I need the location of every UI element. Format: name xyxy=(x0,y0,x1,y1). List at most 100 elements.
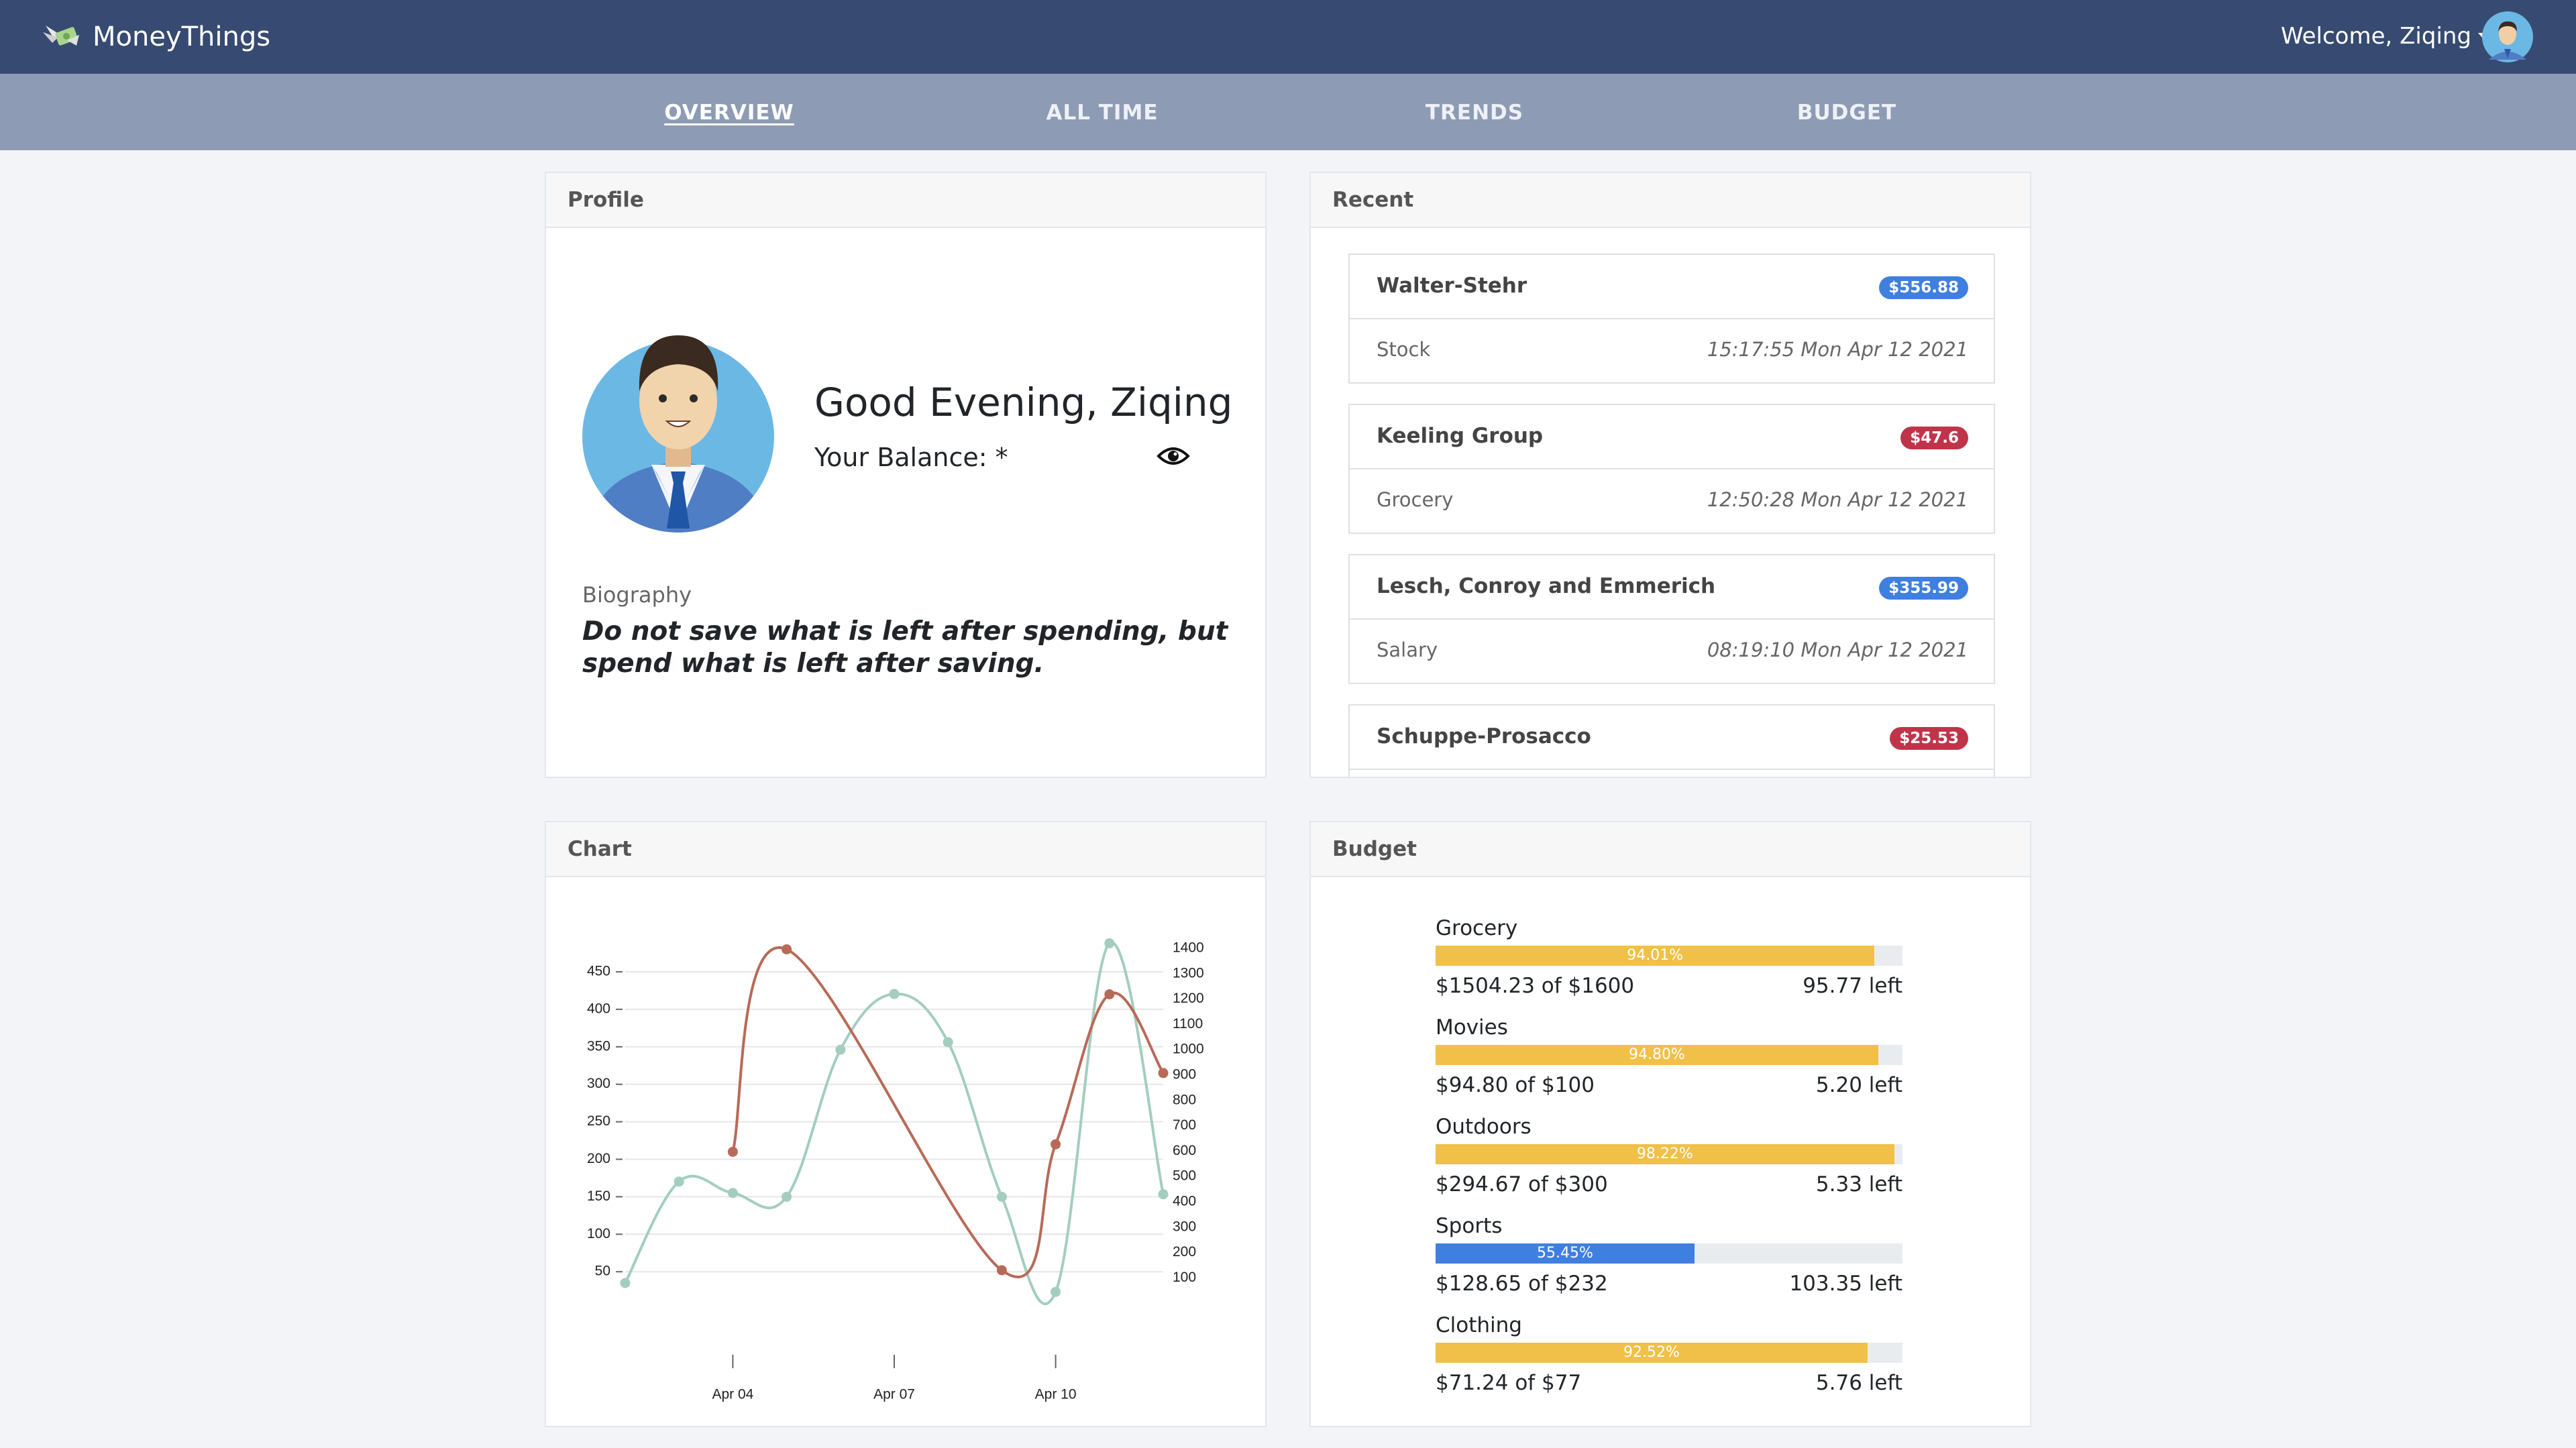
recent-transactions-list: Walter-Stehr $556.88 Stock 15:17:55 Mon Ap… xyxy=(1348,254,1995,777)
x-tick-label: Apr 07 xyxy=(873,1387,915,1402)
user-menu-toggle[interactable]: Welcome, Ziqing xyxy=(2281,23,2491,50)
x-tick-label: Apr 04 xyxy=(712,1387,753,1402)
y2-tick-label: 1400 xyxy=(1173,940,1204,956)
expense-point xyxy=(727,1188,738,1199)
budget-item: Sports 55.45% $128.65 of $232 103.35 left xyxy=(1436,1214,1902,1313)
chart-card: Chart 50 100 150 200 250 300 350 400 450 100 200 30… xyxy=(545,821,1267,1427)
budget-item: Clothing 92.52% $71.24 of $77 5.76 left xyxy=(1436,1313,1902,1412)
y2-tick-label: 500 xyxy=(1173,1168,1196,1184)
income-point xyxy=(1158,1068,1169,1078)
biography-label: Biography xyxy=(582,582,692,608)
amount-badge: $556.88 xyxy=(1879,276,1968,299)
profile-card-title: Profile xyxy=(546,173,1265,228)
transaction-category: Grocery xyxy=(1377,488,1454,511)
budget-progress-bar: 55.45% xyxy=(1436,1243,1902,1264)
y2-tick-label: 800 xyxy=(1173,1092,1196,1107)
tab-all-time[interactable]: ALL TIME xyxy=(1046,101,1159,125)
budget-item: Grocery 94.01% $1504.23 of $1600 95.77 left xyxy=(1436,916,1902,1015)
budget-card: Budget Grocery 94.01% $1504.23 of $1600 95.… xyxy=(1309,821,2031,1427)
tab-overview[interactable]: OVERVIEW xyxy=(664,101,794,125)
budget-spent-text: $128.65 of $232 xyxy=(1436,1272,1608,1296)
transaction-name: Keeling Group xyxy=(1377,424,1544,448)
y2-tick-label: 400 xyxy=(1173,1194,1196,1209)
y-tick-label: 150 xyxy=(587,1188,610,1204)
y2-tick-label: 700 xyxy=(1173,1117,1196,1133)
y2-tick-label: 1000 xyxy=(1173,1042,1204,1057)
greeting-heading: Good Evening, Ziqing xyxy=(814,380,1233,425)
expense-point xyxy=(1051,1286,1061,1297)
transaction-name: Walter-Stehr xyxy=(1377,274,1527,298)
profile-card: Profile Good Evening, Ziqing Your Balanc… xyxy=(545,172,1267,778)
top-navbar: MoneyThings Welcome, Ziqing xyxy=(0,0,2576,74)
eye-icon[interactable] xyxy=(1157,443,1190,469)
y-tick-label: 300 xyxy=(587,1076,610,1091)
y2-tick-label: 1300 xyxy=(1173,965,1204,981)
budget-progress-bar: 94.01% xyxy=(1436,946,1902,966)
budget-left-text: 103.35 left xyxy=(1789,1272,1902,1296)
welcome-text: Welcome, Ziqing xyxy=(2281,23,2472,50)
transaction-time: 15:17:55 Mon Apr 12 2021 xyxy=(1707,338,1968,361)
transaction-time: 12:50:28 Mon Apr 12 2021 xyxy=(1707,488,1968,511)
y2-tick-label: 300 xyxy=(1173,1219,1196,1234)
budget-category-name: Movies xyxy=(1436,1015,1508,1040)
budget-card-title: Budget xyxy=(1311,822,2030,877)
y2-tick-label: 600 xyxy=(1173,1143,1196,1158)
budget-category-name: Clothing xyxy=(1436,1313,1522,1337)
y-tick-label: 200 xyxy=(587,1151,610,1166)
budget-left-text: 95.77 left xyxy=(1803,974,1902,998)
tab-trends[interactable]: TRENDS xyxy=(1426,101,1523,125)
transaction-item[interactable]: Schuppe-Prosacco $25.53 xyxy=(1348,704,1995,777)
budget-item: Movies 94.80% $94.80 of $100 5.20 left xyxy=(1436,1015,1902,1115)
x-tick-label: Apr 10 xyxy=(1035,1387,1077,1402)
balance-text: Your Balance: * xyxy=(814,443,1008,472)
income-point xyxy=(1051,1139,1061,1150)
recent-card: Recent Walter-Stehr $556.88 Stock 15:17:55… xyxy=(1309,172,2031,778)
income-point xyxy=(782,944,792,954)
expense-point xyxy=(943,1037,953,1048)
transaction-item[interactable]: Walter-Stehr $556.88 Stock 15:17:55 Mon Ap… xyxy=(1348,254,1995,384)
budget-percent-label: 98.22% xyxy=(1636,1146,1693,1162)
budget-item: Outdoors 98.22% $294.67 of $300 5.33 left xyxy=(1436,1115,1902,1214)
income-point xyxy=(1104,989,1115,1000)
budget-progress-bar: 94.80% xyxy=(1436,1045,1902,1065)
budget-percent-label: 55.45% xyxy=(1537,1245,1593,1262)
profile-avatar-icon xyxy=(582,335,774,533)
transaction-category: Salary xyxy=(1377,638,1438,661)
y-tick-label: 350 xyxy=(587,1038,610,1054)
transaction-name: Lesch, Conroy and Emmerich xyxy=(1377,574,1716,598)
y-tick-label: 250 xyxy=(587,1113,610,1129)
budget-spent-text: $71.24 of $77 xyxy=(1436,1371,1582,1395)
transaction-item[interactable]: Keeling Group $47.6 Grocery 12:50:28 Mon A… xyxy=(1348,404,1995,534)
expense-point xyxy=(1104,938,1115,948)
tab-bar: OVERVIEW ALL TIME TRENDS BUDGET xyxy=(0,74,2576,150)
expense-point xyxy=(1158,1189,1169,1200)
user-avatar-icon[interactable] xyxy=(2482,11,2533,62)
amount-badge: $25.53 xyxy=(1890,727,1968,750)
transaction-name: Schuppe-Prosacco xyxy=(1377,724,1591,748)
expense-point xyxy=(835,1044,846,1055)
y-tick-label: 450 xyxy=(587,964,610,979)
transaction-category: Stock xyxy=(1377,338,1431,361)
expense-point xyxy=(996,1191,1007,1202)
budget-left-text: 5.76 left xyxy=(1815,1371,1902,1395)
recent-card-title: Recent xyxy=(1311,173,2030,228)
budget-percent-label: 94.01% xyxy=(1627,947,1684,964)
y-tick-label: 400 xyxy=(587,1001,610,1016)
biography-text: Do not save what is left after spending,… xyxy=(582,616,1228,679)
budget-left-text: 5.20 left xyxy=(1815,1073,1902,1097)
budget-progress-bar: 92.52% xyxy=(1436,1343,1902,1363)
expense-point xyxy=(889,989,900,999)
budget-category-name: Sports xyxy=(1436,1214,1503,1238)
y-tick-label: 50 xyxy=(595,1264,610,1279)
budget-left-text: 5.33 left xyxy=(1815,1172,1902,1196)
amount-badge: $355.99 xyxy=(1879,577,1968,600)
y2-tick-label: 1200 xyxy=(1173,991,1204,1006)
transaction-item[interactable]: Lesch, Conroy and Emmerich $355.99 Salary… xyxy=(1348,554,1995,684)
brand-link[interactable]: MoneyThings xyxy=(40,16,270,58)
income-expense-chart: 50 100 150 200 250 300 350 400 450 100 200 300 400 50… xyxy=(587,938,1204,1402)
budget-category-name: Outdoors xyxy=(1436,1115,1532,1139)
budget-spent-text: $1504.23 of $1600 xyxy=(1436,974,1635,998)
y2-tick-label: 100 xyxy=(1173,1270,1196,1285)
tab-budget[interactable]: BUDGET xyxy=(1797,101,1896,125)
budget-category-name: Grocery xyxy=(1436,916,1518,940)
